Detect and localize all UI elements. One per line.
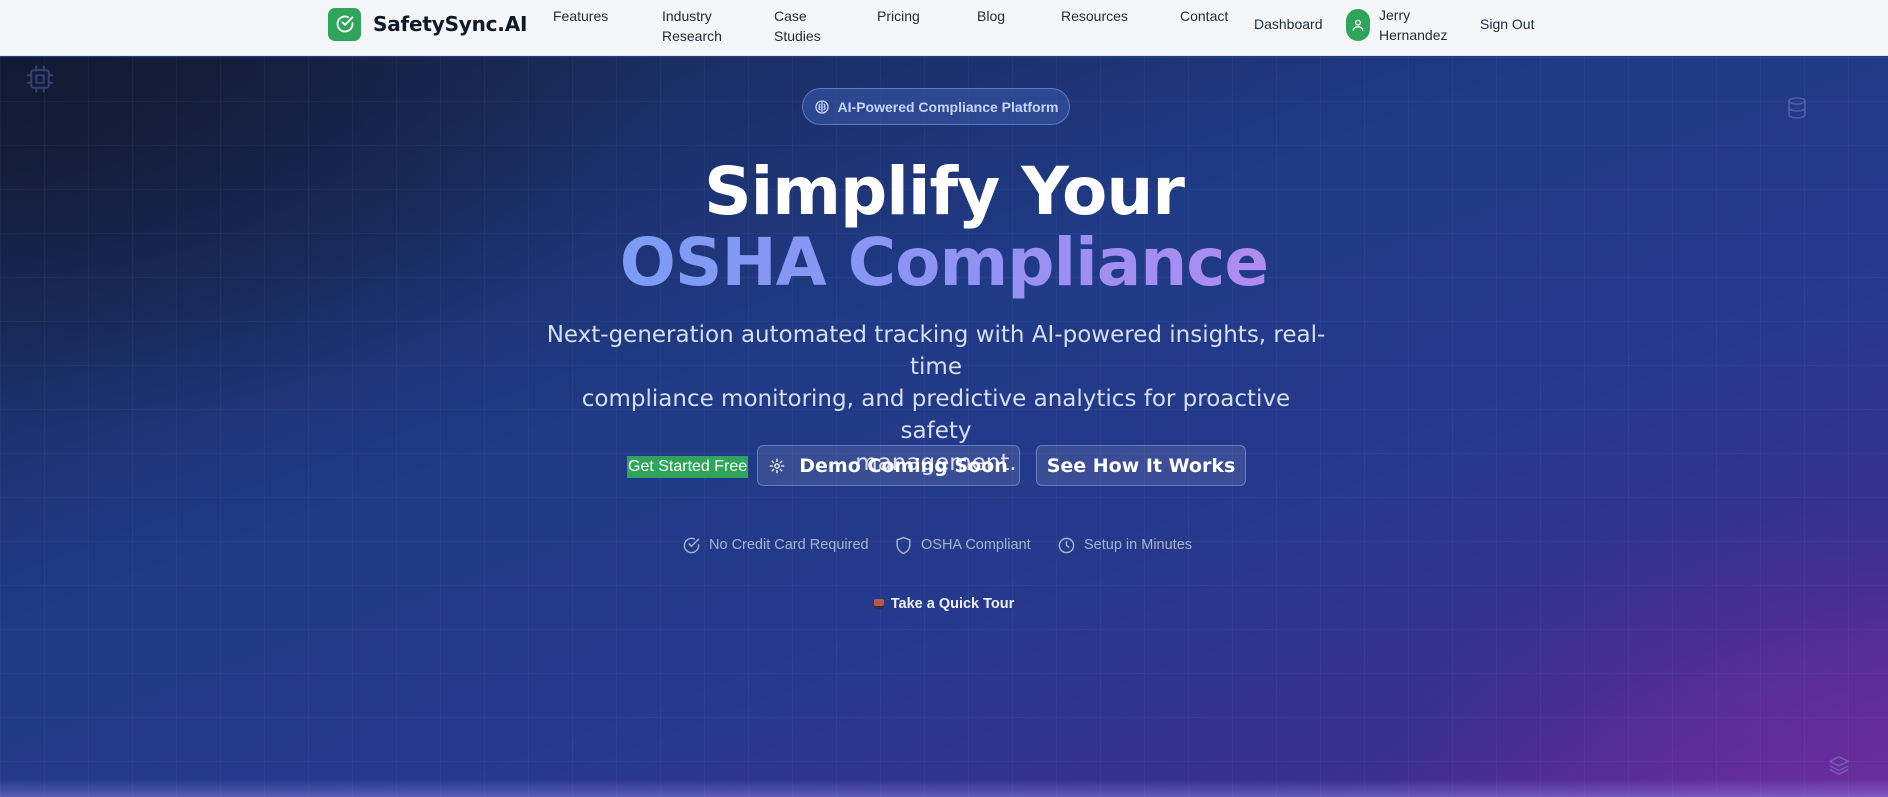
hero-headline-line2: OSHA Compliance bbox=[0, 223, 1888, 303]
database-icon bbox=[1785, 95, 1809, 126]
user-icon bbox=[1352, 19, 1364, 31]
nav-link-label: Case bbox=[774, 8, 807, 24]
tour-emoji-icon bbox=[873, 599, 884, 609]
check-shield-logo-icon bbox=[328, 7, 361, 41]
nav-link-label: Research bbox=[662, 28, 722, 44]
brand[interactable]: SafetySync.AI bbox=[328, 7, 528, 41]
get-started-button[interactable]: Get Started Free bbox=[627, 445, 749, 489]
user-avatar[interactable] bbox=[1346, 9, 1370, 41]
nav-link-case-studies[interactable]: Case Studies bbox=[774, 6, 821, 46]
user-first-name: Jerry bbox=[1379, 7, 1411, 23]
platform-badge: AI-Powered Compliance Platform bbox=[802, 88, 1070, 125]
layers-icon bbox=[1828, 754, 1850, 781]
trust-item-setup-in-minutes: Setup in Minutes bbox=[1057, 533, 1192, 557]
nav-link-label: Industry bbox=[662, 8, 712, 24]
trust-item-osha-compliant: OSHA Compliant bbox=[894, 533, 1031, 557]
trust-item-label: OSHA Compliant bbox=[921, 537, 1031, 553]
badge-label: AI-Powered Compliance Platform bbox=[837, 98, 1059, 115]
cta-row: Get Started Free Demo Coming Soon See Ho… bbox=[0, 445, 1888, 489]
nav-link-label: Blog bbox=[977, 8, 1006, 24]
quick-tour-label: Take a Quick Tour bbox=[890, 596, 1015, 612]
hero-section: AI-Powered Compliance Platform Simplify … bbox=[0, 57, 1888, 797]
nav-link-label: Features bbox=[553, 8, 609, 24]
get-started-label: Get Started Free bbox=[627, 456, 749, 478]
trust-item-no-credit-card: No Credit Card Required bbox=[682, 533, 869, 557]
nav-link-label: Pricing bbox=[877, 8, 920, 24]
brain-icon bbox=[814, 99, 830, 115]
nav-link-blog[interactable]: Blog bbox=[977, 6, 1005, 26]
hero-headline-gradient-text: OSHA Compliance bbox=[619, 224, 1269, 301]
clock-icon bbox=[1057, 536, 1076, 555]
trust-indicators: No Credit Card Required OSHA Compliant S… bbox=[0, 533, 1888, 557]
check-circle-icon bbox=[682, 536, 701, 555]
nav-link-industry-research[interactable]: Industry Research bbox=[662, 6, 722, 46]
demo-button[interactable]: Demo Coming Soon bbox=[757, 445, 1020, 486]
nav-link-contact[interactable]: Contact bbox=[1180, 6, 1228, 26]
trust-item-label: No Credit Card Required bbox=[709, 537, 869, 553]
trust-item-label: Setup in Minutes bbox=[1084, 537, 1193, 553]
nav-link-features[interactable]: Features bbox=[553, 6, 608, 26]
subtitle-line: compliance monitoring, and predictive an… bbox=[581, 386, 1291, 444]
user-name[interactable]: Jerry Hernandez bbox=[1379, 5, 1448, 45]
gear-icon bbox=[769, 458, 785, 474]
see-how-it-works-label: See How It Works bbox=[1046, 454, 1236, 477]
top-navbar: SafetySync.AI Features Industry Research… bbox=[0, 0, 1888, 56]
nav-link-pricing[interactable]: Pricing bbox=[877, 6, 920, 26]
nav-link-label: Contact bbox=[1180, 8, 1229, 24]
subtitle-line: Next-generation automated tracking with … bbox=[546, 322, 1326, 380]
hero-headline-line1: Simplify Your bbox=[704, 153, 1185, 230]
shield-icon bbox=[894, 536, 913, 555]
quick-tour-link[interactable]: Take a Quick Tour bbox=[0, 596, 1888, 612]
nav-link-label: Studies bbox=[774, 28, 821, 44]
see-how-it-works-button[interactable]: See How It Works bbox=[1036, 445, 1246, 486]
nav-link-label: Resources bbox=[1061, 8, 1128, 24]
brand-name: SafetySync.AI bbox=[373, 12, 528, 36]
nav-link-dashboard[interactable]: Dashboard bbox=[1254, 14, 1323, 34]
nav-link-resources[interactable]: Resources bbox=[1061, 6, 1128, 26]
user-last-name: Hernandez bbox=[1379, 27, 1448, 43]
sign-out-link[interactable]: Sign Out bbox=[1480, 14, 1534, 34]
demo-button-label: Demo Coming Soon bbox=[799, 454, 1008, 477]
hero-bottom-glow bbox=[0, 779, 1888, 797]
cpu-chip-icon bbox=[25, 64, 55, 99]
